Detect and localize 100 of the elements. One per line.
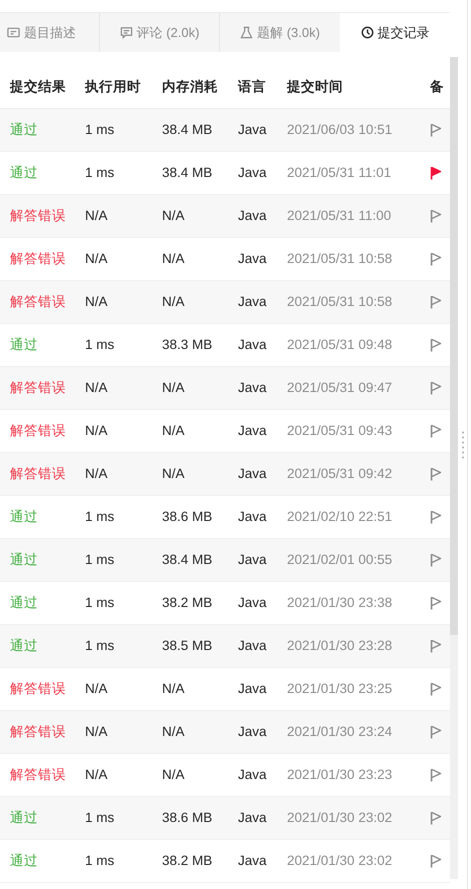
tab[interactable]: 提交记录 xyxy=(340,13,450,52)
table-cell-text: 2021/02/01 00:55 xyxy=(287,550,394,569)
table-cell-text: 2021/05/31 11:01 xyxy=(287,164,392,182)
table-cell-text: 1 ms xyxy=(85,636,116,655)
flag-icon[interactable] xyxy=(430,381,442,395)
table-cell-text: Java xyxy=(238,422,268,440)
flag-icon[interactable] xyxy=(430,338,442,352)
table-cell-text: N/A xyxy=(162,250,186,268)
table-cell-text: 2021/01/30 23:02 xyxy=(287,808,394,827)
tab[interactable]: 题解 (3.0k) xyxy=(220,13,340,52)
table-cell-text: Java xyxy=(238,464,268,483)
table-cell-text: Java xyxy=(238,766,268,784)
scrollbar-thumb[interactable] xyxy=(450,57,458,635)
result-link[interactable]: 解答错误 xyxy=(10,722,85,742)
result-link[interactable]: 解答错误 xyxy=(10,420,85,442)
table-cell-text: N/A xyxy=(85,206,109,225)
flag-icon[interactable] xyxy=(430,295,442,309)
table-cell-text: N/A xyxy=(85,680,109,698)
table-cell-text: 1 ms xyxy=(85,120,116,139)
table-cell-text: Java xyxy=(238,292,268,311)
table-cell-text: N/A xyxy=(85,292,109,311)
result-link[interactable]: 通过 xyxy=(10,592,85,614)
table-cell-text: 2021/05/31 09:48 xyxy=(287,336,394,354)
flag-icon[interactable] xyxy=(430,854,442,868)
table-cell-text: Java xyxy=(238,120,268,139)
result-link[interactable]: 通过 xyxy=(10,334,85,356)
table-cell-text: 38.6 MB xyxy=(162,808,214,827)
table-cell-text: N/A xyxy=(85,250,109,268)
column-header: 内存消耗 xyxy=(162,78,219,96)
tab[interactable]: 评论 (2.0k) xyxy=(100,13,220,52)
table-cell-text: Java xyxy=(238,594,268,612)
table-cell-text: 38.4 MB xyxy=(162,550,214,569)
column-header: 语言 xyxy=(238,78,267,96)
table-cell-text: Java xyxy=(238,336,268,354)
result-link[interactable]: 解答错误 xyxy=(10,678,85,700)
table-cell-text: 2021/01/30 23:02 xyxy=(287,852,394,870)
flag-icon[interactable] xyxy=(430,725,442,739)
table-cell-text: Java xyxy=(238,636,268,655)
table-cell-text: 2021/01/30 23:24 xyxy=(287,722,394,741)
table-cell-text: N/A xyxy=(85,422,109,440)
flag-icon[interactable] xyxy=(430,209,442,223)
result-link[interactable]: 解答错误 xyxy=(10,464,85,484)
result-link[interactable]: 通过 xyxy=(10,120,85,140)
table-cell-text: 38.2 MB xyxy=(162,852,214,870)
table-cell-text: 38.3 MB xyxy=(162,336,214,354)
table-cell-text: 38.5 MB xyxy=(162,636,214,655)
result-link[interactable]: 通过 xyxy=(10,808,85,828)
table-cell-text: 38.4 MB xyxy=(162,164,214,182)
result-link[interactable]: 解答错误 xyxy=(10,764,85,786)
flag-icon[interactable] xyxy=(430,467,442,481)
table-cell-text: 38.4 MB xyxy=(162,120,214,139)
table-cell-text: 1 ms xyxy=(85,594,116,612)
result-link[interactable]: 解答错误 xyxy=(10,206,85,226)
table-cell-text: N/A xyxy=(162,206,186,225)
table-cell-text: Java xyxy=(238,508,268,526)
resize-handle[interactable] xyxy=(462,430,464,460)
table-cell-text: Java xyxy=(238,808,268,827)
table-cell-text: Java xyxy=(238,680,268,698)
flag-icon[interactable] xyxy=(430,811,442,825)
table-cell-text: N/A xyxy=(162,766,186,784)
table-cell-text: 2021/01/30 23:38 xyxy=(287,594,394,612)
table-cell-text: N/A xyxy=(85,722,109,741)
table-cell-text: Java xyxy=(238,550,268,569)
table-cell-text: 2021/06/03 10:51 xyxy=(287,120,394,139)
result-link[interactable]: 通过 xyxy=(10,506,85,528)
flask-icon xyxy=(240,26,254,39)
result-link[interactable]: 通过 xyxy=(10,550,85,570)
flag-icon[interactable] xyxy=(430,768,442,782)
table-cell-text: 2021/05/31 09:42 xyxy=(287,464,394,483)
flag-icon[interactable] xyxy=(430,510,442,524)
tab[interactable]: 题目描述 xyxy=(0,13,100,52)
flag-icon[interactable] xyxy=(430,424,442,438)
table-cell-text: N/A xyxy=(162,464,186,483)
table-cell-text: 2021/05/31 10:58 xyxy=(287,250,394,268)
flag-icon[interactable] xyxy=(430,123,442,137)
result-link[interactable]: 解答错误 xyxy=(10,378,85,398)
table-cell-text: N/A xyxy=(162,378,186,397)
flag-icon[interactable] xyxy=(430,252,442,266)
flag-icon[interactable] xyxy=(430,166,442,180)
flag-icon[interactable] xyxy=(430,682,442,696)
result-link[interactable]: 解答错误 xyxy=(10,248,85,270)
table-cell-text: N/A xyxy=(85,464,109,483)
table-cell-text: 1 ms xyxy=(85,508,116,526)
result-link[interactable]: 解答错误 xyxy=(10,292,85,312)
column-header: 备 xyxy=(430,78,445,96)
result-link[interactable]: 通过 xyxy=(10,162,85,184)
column-header: 执行用时 xyxy=(85,78,142,96)
result-link[interactable]: 通过 xyxy=(10,850,85,872)
table-cell-text: N/A xyxy=(85,766,109,784)
table-cell-text: 1 ms xyxy=(85,852,116,870)
table-cell-text: 38.6 MB xyxy=(162,508,214,526)
flag-icon[interactable] xyxy=(430,639,442,653)
result-link[interactable]: 通过 xyxy=(10,636,85,656)
table-cell-text: 2021/05/31 09:43 xyxy=(287,422,394,440)
column-header: 提交时间 xyxy=(287,78,344,96)
table-cell-text: N/A xyxy=(162,680,186,698)
flag-icon[interactable] xyxy=(430,553,442,567)
table-cell-text: N/A xyxy=(162,292,186,311)
comment-icon xyxy=(120,26,133,39)
flag-icon[interactable] xyxy=(430,596,442,610)
